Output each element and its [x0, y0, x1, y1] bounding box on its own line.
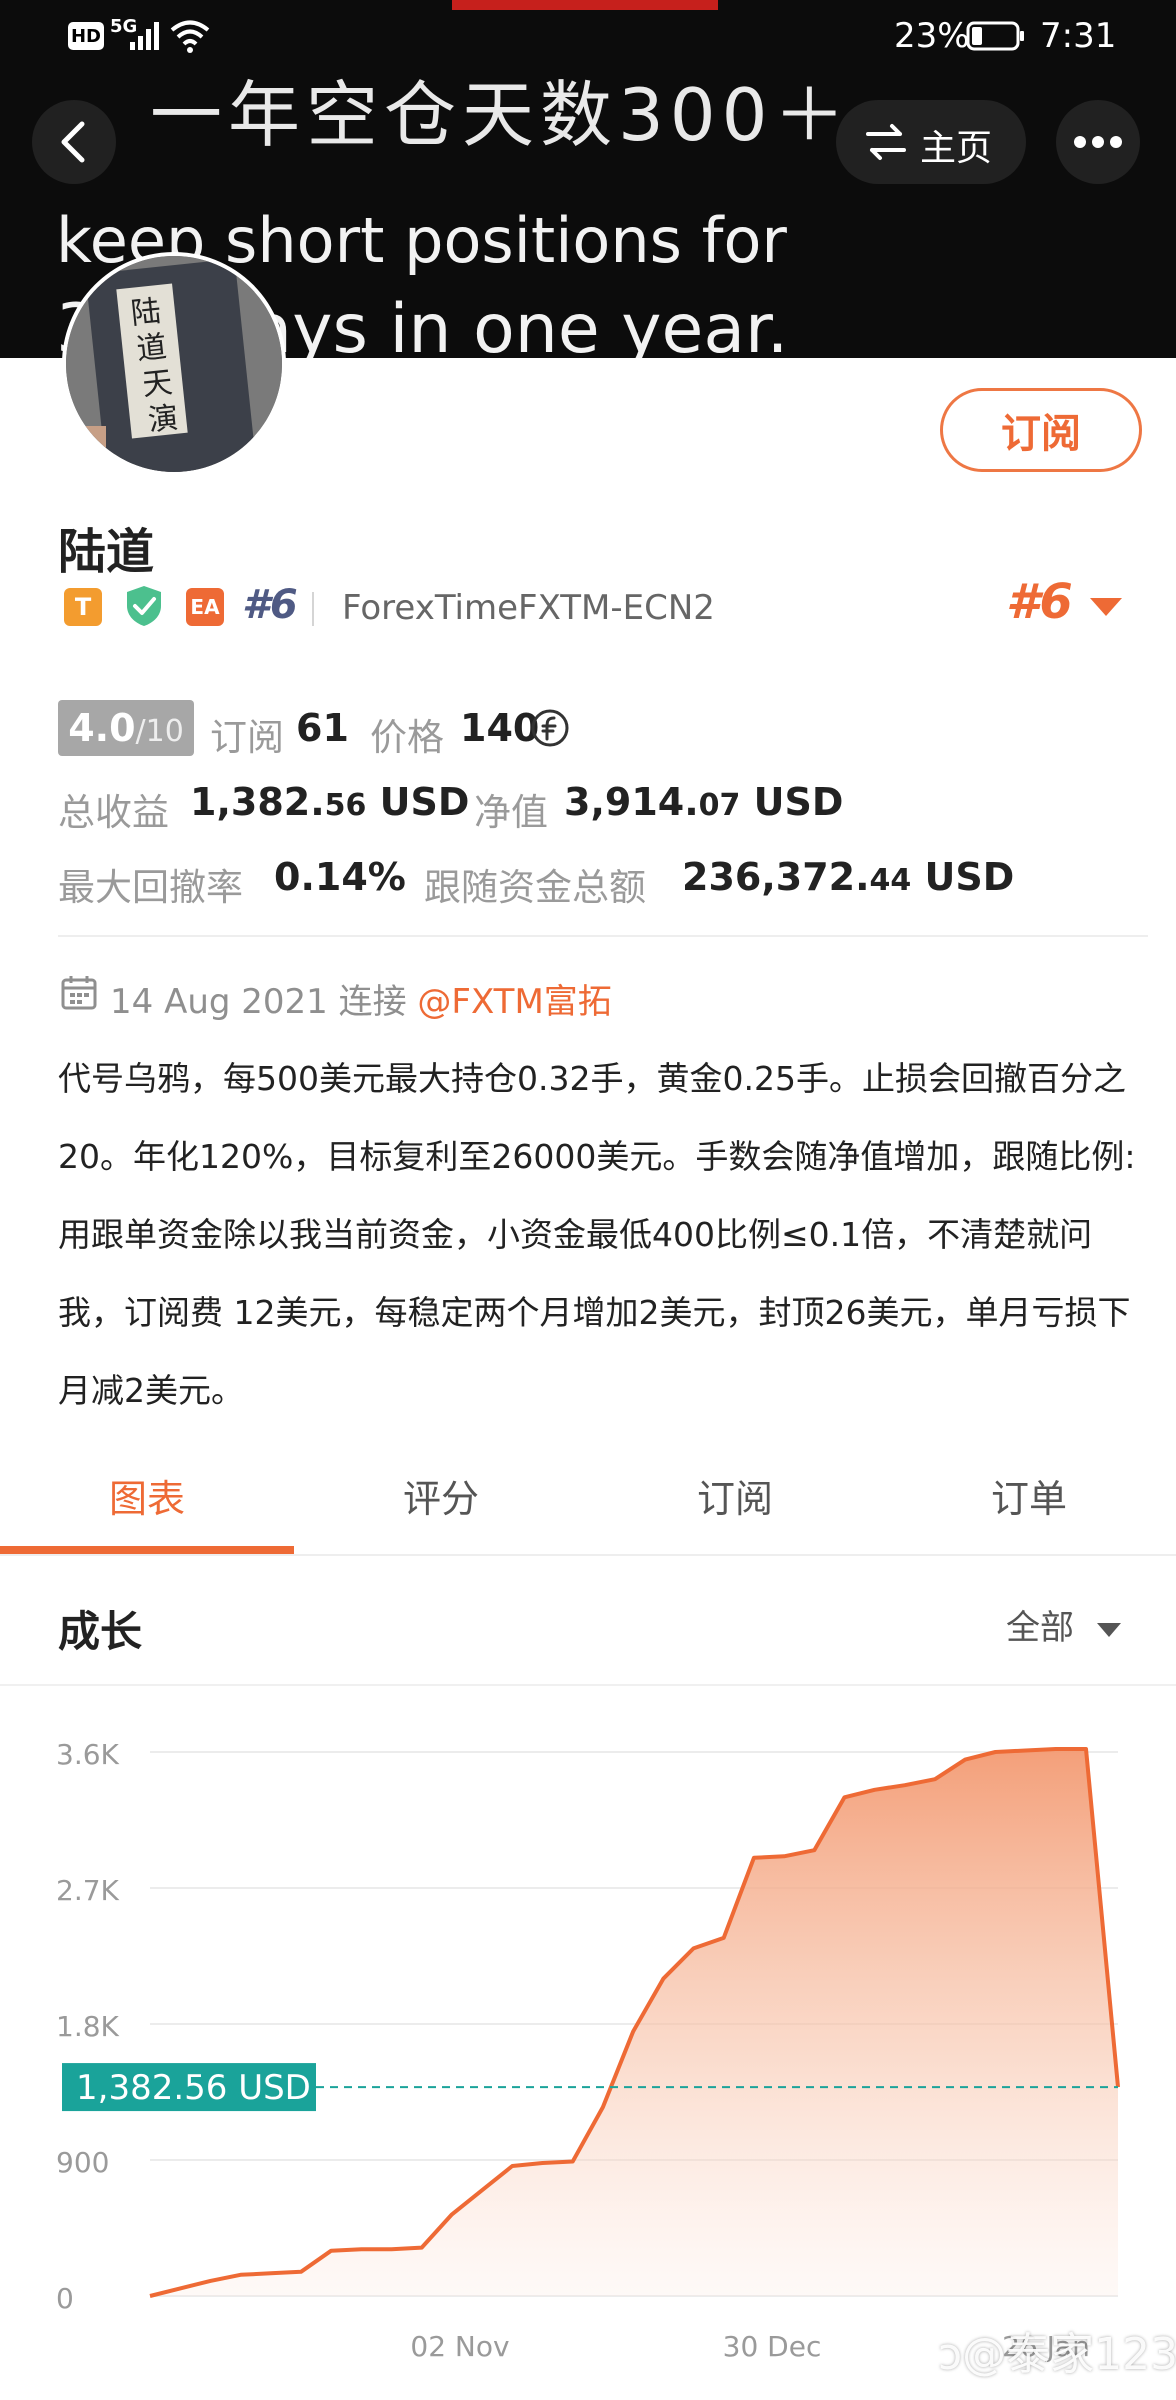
wifi-icon — [170, 20, 210, 53]
home-label: 主页 — [920, 128, 993, 169]
follow-funds-dec: 44 — [869, 863, 912, 898]
rating-score: 4.0 — [68, 706, 136, 750]
battery-icon — [966, 21, 1024, 51]
total-profit-value: 1,382.56 USD — [190, 780, 469, 824]
subscribers-label: 订阅 — [210, 716, 284, 759]
hd-icon: HD — [68, 22, 104, 50]
more-button[interactable] — [1056, 100, 1140, 184]
y-tick-label: 900 — [56, 2146, 109, 2179]
tabs-border — [0, 1554, 1176, 1556]
clock: 7:31 — [1040, 16, 1117, 56]
broker-handle-link[interactable]: @FXTM富拓 — [417, 982, 611, 1022]
verified-shield-icon — [127, 586, 161, 626]
equity-unit: USD — [740, 780, 844, 824]
broker-name: ForexTimeFXTM-ECN2 — [342, 588, 715, 628]
y-axis-ticks: 0 900 1.8K 2.7K 3.6K — [56, 1738, 120, 2315]
connect-info: 14 Aug 2021 连接 @FXTM富拓 — [110, 974, 612, 1023]
avatar-book-image: 陆 道 天 演 — [66, 256, 282, 472]
total-profit-unit: USD — [366, 780, 470, 824]
svg-text:陆: 陆 — [129, 294, 162, 332]
battery-percent: 23% — [894, 16, 970, 56]
follow-funds-unit: USD — [911, 855, 1015, 899]
rank-selector[interactable]: #6 — [1000, 570, 1140, 640]
svg-text:天: 天 — [141, 365, 174, 403]
active-tab-indicator — [0, 1546, 294, 1554]
signal-icon — [130, 22, 159, 50]
price-label: 价格 — [370, 716, 444, 759]
range-value: 全部 — [1006, 1608, 1074, 1648]
x-tick-label: 02 Nov — [410, 2330, 509, 2363]
max-drawdown-label: 最大回撤率 — [58, 866, 243, 909]
back-button[interactable] — [32, 100, 116, 184]
chart-header-border — [0, 1684, 1176, 1686]
tab-subscriptions[interactable]: 订阅 — [588, 1468, 882, 1523]
y-tick-label: 3.6K — [56, 1738, 120, 1771]
chevron-left-icon — [61, 121, 85, 163]
tab-orders[interactable]: 订单 — [882, 1468, 1176, 1523]
total-profit-label: 总收益 — [58, 791, 169, 834]
follow-funds-value: 236,372.44 USD — [682, 855, 1014, 899]
equity-value: 3,914.07 USD — [564, 780, 843, 824]
badge-t: T — [64, 588, 102, 626]
switch-icon — [866, 124, 906, 160]
rating-denominator: /10 — [135, 714, 184, 749]
badge-ea-label: EA — [190, 595, 220, 619]
total-profit-dec: 56 — [324, 788, 367, 823]
hd-label: HD — [70, 25, 101, 47]
more-icon — [1074, 136, 1122, 148]
equity-label: 净值 — [474, 791, 548, 834]
equity-dec: 07 — [698, 788, 741, 823]
total-profit-int: 1,382. — [190, 780, 325, 824]
avatar[interactable]: 陆 道 天 演 — [62, 252, 286, 476]
rank-number: #6 — [242, 582, 298, 628]
profile-name: 陆道 — [58, 524, 155, 580]
caret-down-icon — [1096, 1623, 1121, 1637]
follow-funds-int: 236,372. — [682, 855, 870, 899]
divider — [312, 592, 314, 626]
tab-ratings[interactable]: 评分 — [294, 1468, 588, 1523]
equity-int: 3,914. — [564, 780, 699, 824]
range-dropdown[interactable]: 全部 — [1006, 1600, 1123, 1649]
calendar-icon — [61, 976, 97, 1010]
home-button[interactable]: 主页 — [836, 100, 1026, 184]
subscribers-value: 61 — [296, 706, 349, 750]
status-bar: HD 5G 23% 7:31 — [0, 0, 1176, 72]
rating-badge: 4.0 /10 — [58, 700, 194, 756]
current-value-label: 1,382.56 USD — [76, 2068, 311, 2108]
caret-down-icon — [1090, 598, 1122, 616]
growth-chart[interactable]: 09001.8K2.7K3.6K 02 Nov 30 Dec 26 Jan 1,38… — [0, 1700, 1176, 2400]
growth-title: 成长 — [58, 1607, 143, 1656]
growth-area — [150, 1749, 1118, 2296]
follow-funds-label: 跟随资金总额 — [424, 866, 646, 909]
rank-big-label: #6 — [1006, 574, 1073, 630]
connect-date: 14 Aug 2021 — [110, 982, 328, 1022]
section-divider — [58, 935, 1148, 937]
coin-icon — [531, 709, 569, 747]
strategy-description: 代号乌鸦，每500美元最大持仓0.32手，黄金0.25手。止损会回撤百分之20。… — [58, 1059, 1136, 1410]
connect-word: 连接 — [338, 982, 407, 1022]
svg-text:道: 道 — [135, 329, 168, 367]
subscribe-button[interactable]: 订阅 — [940, 388, 1142, 472]
badge-t-label: T — [74, 593, 92, 621]
badge-ea: EA — [186, 588, 224, 626]
max-drawdown-value: 0.14% — [274, 855, 406, 899]
tab-chart[interactable]: 图表 — [0, 1468, 294, 1523]
price-value: 140 — [460, 706, 540, 750]
y-tick-label: 1.8K — [56, 2010, 120, 2043]
svg-text:演: 演 — [146, 401, 179, 439]
watermark: ↄ@泰家123 — [938, 2329, 1176, 2380]
y-tick-label: 2.7K — [56, 1874, 120, 1907]
x-tick-label: 30 Dec — [723, 2330, 822, 2363]
y-tick-label: 0 — [56, 2282, 74, 2315]
